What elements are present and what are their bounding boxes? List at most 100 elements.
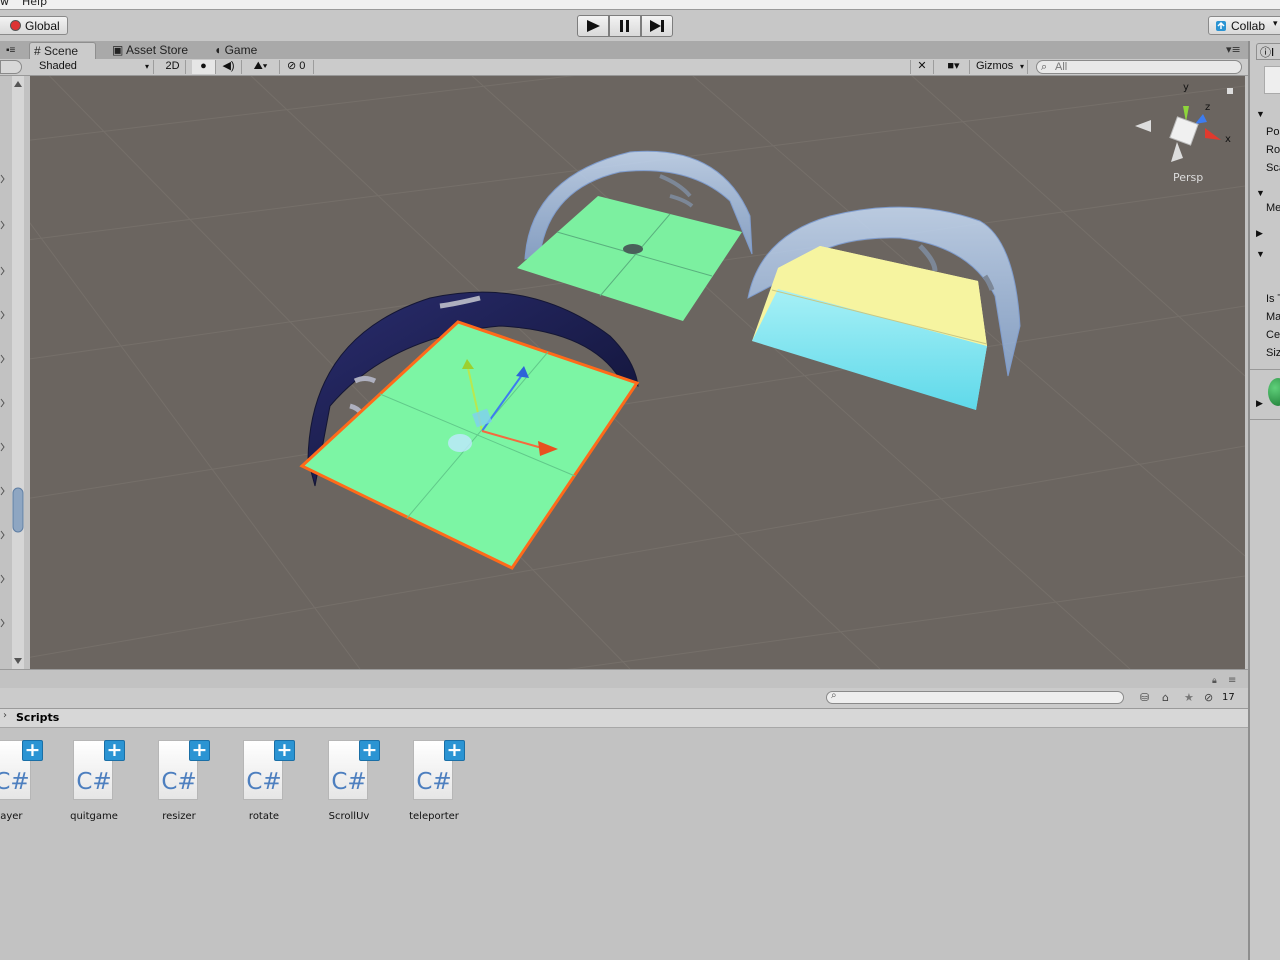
scene-viewport[interactable]: y x z Persp [30,76,1245,669]
hierarchy-scrollbar [12,76,24,669]
add-icon[interactable]: + [444,740,465,761]
tab-inspector-label: I [1271,46,1275,59]
filter-type-icon[interactable]: ⛁ [1140,691,1149,704]
hierarchy-search-fragment[interactable] [0,60,22,74]
foldout-arrow-icon[interactable]: ▶ [1256,398,1263,409]
orientation-gizmo: y x z Persp [1135,82,1231,184]
foldout-arrow-icon[interactable]: ▶ [1256,228,1263,239]
eye-slash-icon[interactable]: ⊘ [1204,691,1213,704]
effects-dropdown[interactable]: ⛰▾ [242,60,280,74]
scene-search-placeholder: All [1055,61,1068,73]
foldout-arrow-icon[interactable]: ▼ [1256,188,1265,198]
shading-mode-dropdown[interactable]: Shaded ▾ [34,60,154,74]
gizmos-dropdown[interactable]: Gizmos ▾ [972,60,1028,74]
speaker-icon: ◀) [222,60,235,72]
chevron-down-icon: ▾ [144,62,149,71]
asset-item-layer[interactable]: C# + layer [0,740,50,830]
hidden-objects-toggle[interactable]: ⊘ 0 [284,60,314,74]
lock-icon[interactable]: 🔒︎ [1212,676,1217,686]
pacman-icon: ◖ [214,43,222,57]
tab-game[interactable]: ◖ Game [210,42,270,59]
hash-icon: # [34,44,41,58]
menu-item-window[interactable]: w [0,0,9,8]
hierarchy-foldouts [0,76,24,669]
camera-dropdown[interactable]: ■▾ [938,60,970,74]
step-icon [650,20,664,32]
pivot-rotation-button[interactable]: Global [0,16,68,35]
inspector-panel-fragment: ⓘI ▼ Pos Rot Sca ▼ Me ▶ ▼ Is T Ma Ce Siz… [1248,41,1280,960]
mode-2d-toggle[interactable]: 2D [160,60,186,74]
asset-item-quitgame[interactable]: C# + quitgame [52,740,132,830]
project-toolbar: ⌕ ⛁ ⌂ ★ ⊘ 17 [0,688,1248,709]
visible-count: 17 [1222,692,1235,703]
chevron-right-icon: › [3,710,7,721]
globe-icon [10,20,21,31]
scene-search-input[interactable]: ⌕ All [1036,60,1242,74]
gameobject-icon [1264,66,1280,94]
tab-scene[interactable]: # Scene [29,42,96,59]
add-icon[interactable]: + [359,740,380,761]
foldout-arrow-icon[interactable]: ▼ [1256,109,1265,119]
eye-slash-icon: ⊘ [287,60,297,72]
pause-button[interactable] [609,15,641,37]
menu-item-help[interactable]: Help [22,0,47,8]
asset-item-rotate[interactable]: C# + rotate [222,740,302,830]
collab-button[interactable]: Collab ▾ [1208,16,1280,35]
scene-render[interactable]: y x z Persp [30,76,1245,669]
add-icon[interactable]: + [22,740,43,761]
menu-bar: w Help [0,0,1280,10]
hierarchy-tab-fragment[interactable]: ▪≡ [0,42,24,59]
lighting-toggle[interactable]: ● [192,60,216,74]
inspector-label-material: Ma [1266,311,1280,323]
panel-menu-icon[interactable]: ≡ [1228,675,1236,686]
inspector-label-center: Ce [1266,329,1280,341]
axis-z-label: z [1205,102,1210,113]
play-button[interactable] [577,15,609,37]
tag-icon[interactable]: ⌂ [1162,691,1169,704]
step-button[interactable] [641,15,673,37]
foldout-arrow-icon[interactable]: ▼ [1256,249,1265,259]
hierarchy-panel-fragment [0,76,30,669]
scene-tab-strip: ▪≡ # Scene ▣ Asset Store ◖ Game ▾≡ [0,41,1248,60]
info-icon: ⓘ [1260,46,1271,59]
panel-menu-icon[interactable]: ▾≡ [1226,43,1241,56]
inspector-label-size: Siz [1266,347,1280,359]
asset-item-resizer[interactable]: C# + resizer [137,740,217,830]
add-icon[interactable]: + [274,740,295,761]
breadcrumb-folder[interactable]: Scripts [16,711,59,724]
add-icon[interactable]: + [104,740,125,761]
asset-item-scrolluv[interactable]: C# + ScrollUv [307,740,387,830]
star-icon[interactable]: ★ [1184,691,1194,704]
tools-button[interactable]: ✕ [910,60,934,74]
inspector-label-rotation: Rot [1266,144,1280,156]
audio-toggle[interactable]: ◀) [216,60,242,74]
project-search-input[interactable]: ⌕ [826,690,1124,704]
axis-y-label: y [1183,82,1189,93]
back-dome [517,150,753,321]
shading-mode-label: Shaded [39,60,77,72]
material-preview-sphere [1268,378,1280,406]
tab-scene-label: Scene [44,44,79,58]
add-icon[interactable]: + [189,740,210,761]
global-label: Global [25,19,60,33]
scene-control-bar: Shaded ▾ 2D ● ◀) ⛰▾ ⊘ 0 ✕ ■▾ Gizmos ▾ ⌕ … [0,59,1248,76]
asset-name: teleporter [409,811,459,822]
tab-inspector[interactable]: ⓘI [1256,43,1280,60]
chevron-down-icon: ▾ [1273,18,1278,28]
beach-dome [747,206,1021,410]
projection-label: Persp [1173,171,1203,184]
tab-game-label: Game [224,43,258,57]
asset-name: quitgame [70,811,118,822]
asset-name: ScrollUv [328,811,370,822]
lock-icon [1227,88,1233,94]
wrench-icon: ✕ [917,60,927,72]
camera-icon: ■▾ [947,60,960,72]
breadcrumb: › Scripts [0,709,1248,728]
search-icon: ⌕ [831,690,837,701]
tab-asset-store[interactable]: ▣ Asset Store [108,42,203,59]
effects-icon: ⛰▾ [253,60,268,72]
axis-x-label: x [1225,134,1231,145]
play-icon [587,20,600,32]
asset-item-teleporter[interactable]: C# + teleporter [392,740,472,830]
gizmos-label: Gizmos [976,60,1014,72]
